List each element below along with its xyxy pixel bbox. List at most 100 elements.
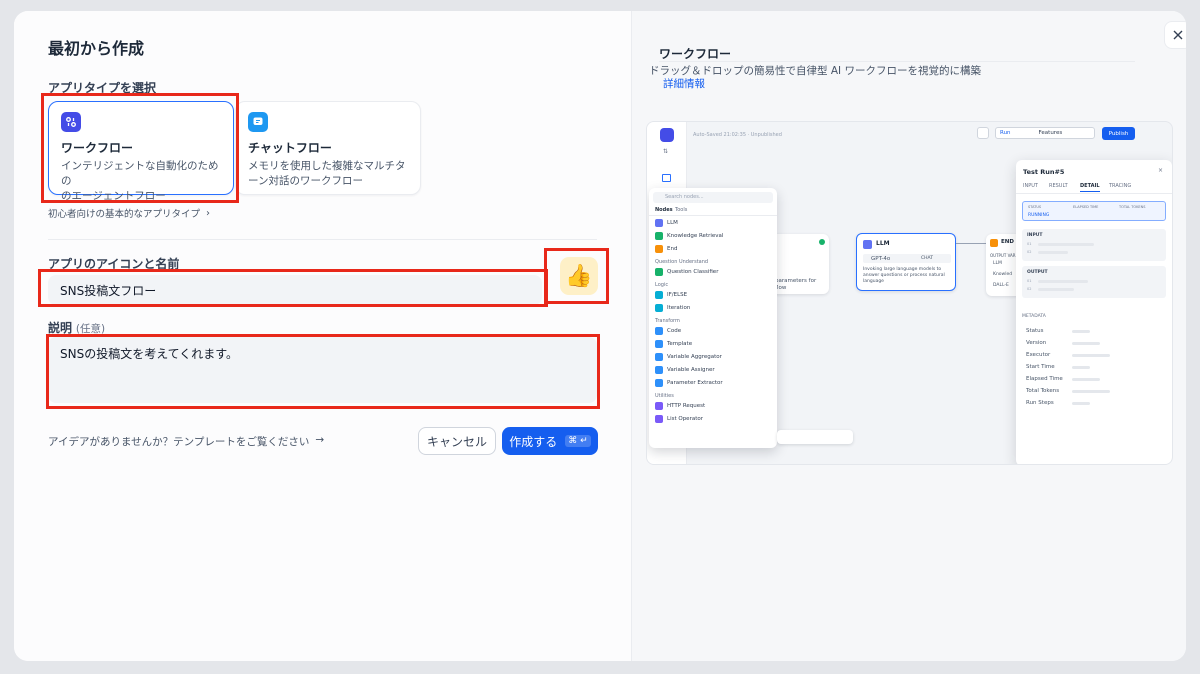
node-search-input: Search nodes... <box>653 192 773 203</box>
llm-node-desc: Invoking large language models to answer… <box>863 267 945 284</box>
test-run-title: Test Run#5 <box>1023 168 1065 176</box>
node-type-icon <box>655 219 663 227</box>
status-label: STATUS <box>1028 205 1042 209</box>
preview-toggle <box>977 127 989 139</box>
node-list-item: IF/ELSE <box>655 291 687 299</box>
node-list-item: LLM <box>655 219 678 227</box>
features-button: Features <box>1038 130 1063 136</box>
end-row-3: DALL-E <box>993 283 1009 288</box>
node-list-item: Code <box>655 327 681 335</box>
close-icon <box>1173 30 1183 40</box>
node-type-icon <box>655 379 663 387</box>
node-list-label: End <box>667 246 678 252</box>
node-list-label: Variable Assigner <box>667 367 715 373</box>
test-run-tab-detail: DETAIL <box>1080 183 1100 192</box>
node-list-label: HTTP Request <box>667 403 706 409</box>
arrow-right-icon: → <box>315 434 325 446</box>
app-type-workflow-card[interactable]: ワークフロー インテリジェントな自動化のための のエージェントフロー <box>48 101 234 202</box>
description-label-row: 説明 (任意) <box>48 319 105 336</box>
learn-more-link[interactable]: 詳細情報 <box>663 76 705 91</box>
app-type-chatflow-card[interactable]: チャットフロー メモリを使用した複雑なマルチタ ーン対話のワークフロー <box>235 101 421 195</box>
chevron-right-icon: › <box>206 207 211 219</box>
thumbs-up-icon: 👍 <box>565 263 593 289</box>
metadata-row-label: Status <box>1026 328 1044 334</box>
llm-node-title: LLM <box>876 240 890 247</box>
node-group-label: Question Understand <box>655 259 709 265</box>
node-type-icon <box>655 353 663 361</box>
workflow-icon <box>61 112 81 132</box>
node-list-item: Template <box>655 340 692 348</box>
node-type-icon <box>655 327 663 335</box>
node-list-label: Knowledge Retrieval <box>667 233 724 239</box>
preview-panel: ワークフロー ドラッグ＆ドロップの簡易性で自律型 AI ワークフローを視覚的に構… <box>631 11 1186 661</box>
tokens-label: TOTAL TOKENS <box>1119 205 1146 209</box>
node-type-icon <box>655 304 663 312</box>
workflow-title: ワークフロー <box>61 141 134 155</box>
create-shortcut: ⌘ ↵ <box>565 435 591 447</box>
node-list-label: Template <box>667 341 693 347</box>
bot-icon <box>660 128 674 142</box>
node-group-label: Logic <box>655 282 669 288</box>
beginner-app-types-link[interactable]: 初心者向けの基本的なアプリタイプ › <box>48 206 211 221</box>
node-group-label: Utilities <box>655 393 674 399</box>
template-idea-label: アイデアがありませんか？テンプレートをご覧ください <box>48 436 310 448</box>
node-type-icon <box>655 402 663 410</box>
create-app-modal: 最初から作成 アプリタイプを選択 ワークフロー インテリジェントな自動化のための… <box>14 11 1186 661</box>
elapsed-label: ELAPSED TIME <box>1073 205 1099 209</box>
node-list-item: List Operator <box>655 415 703 423</box>
app-name-input[interactable]: SNS投稿文フロー <box>48 275 542 305</box>
create-form-panel: 最初から作成 アプリタイプを選択 ワークフロー インテリジェントな自動化のための… <box>14 11 631 661</box>
metadata-row-label: Run Steps <box>1026 400 1054 406</box>
node-type-icon <box>655 340 663 348</box>
chatflow-desc-1: メモリを使用した複雑なマルチタ <box>248 160 406 172</box>
metadata-row-value <box>1072 390 1110 393</box>
output-row-2: 02 <box>1027 287 1032 291</box>
output-row-1: 01 <box>1027 279 1032 283</box>
swap-icon: ⇅ <box>663 148 669 155</box>
llm-node-mode: CHAT <box>921 256 934 261</box>
node-list-item: End <box>655 245 677 253</box>
workflow-desc-2: のエージェントフロー <box>61 190 166 203</box>
description-textarea[interactable]: SNSの投稿文を考えてくれます。 <box>48 337 597 403</box>
icon-name-label: アプリのアイコンと名前 <box>48 257 180 271</box>
node-list-item: Iteration <box>655 304 690 312</box>
input-row-1: 01 <box>1027 242 1032 246</box>
input-block: INPUT 01 02 <box>1022 229 1166 261</box>
input-row-2: 02 <box>1027 250 1032 254</box>
chatflow-desc-2: ーン対話のワークフロー <box>248 175 363 188</box>
autosaved-text: Auto-Saved 21:02:35 · Unpublished <box>693 132 782 138</box>
create-label: 作成する <box>509 434 558 449</box>
workflow-preview-image: ⇅ Auto-Saved 21:02:35 · Unpublished Run … <box>646 121 1173 465</box>
test-run-close-icon: × <box>1158 167 1164 174</box>
node-type-icon <box>655 268 663 276</box>
node-type-icon <box>655 291 663 299</box>
metadata-row-label: Executor <box>1026 352 1051 358</box>
run-button: Run <box>1000 130 1011 136</box>
preview-title: ワークフロー <box>659 47 732 61</box>
node-list-item: Variable Assigner <box>655 366 715 374</box>
create-button[interactable]: 作成する ⌘ ↵ <box>502 427 598 455</box>
node-list-label: Variable Aggregator <box>667 354 722 360</box>
modal-title: 最初から作成 <box>48 39 145 58</box>
node-type-icon <box>655 366 663 374</box>
metadata-row-value <box>1072 378 1100 381</box>
app-name-value: SNS投稿文フロー <box>60 283 157 298</box>
tools-tab: Tools <box>675 207 688 213</box>
status-box: STATUS ELAPSED TIME TOTAL TOKENS RUNNING <box>1022 201 1166 221</box>
input-label: INPUT <box>1027 233 1043 238</box>
node-list-label: IF/ELSE <box>667 292 688 298</box>
metadata-row-value <box>1072 354 1110 357</box>
publish-label: Publish <box>1108 130 1129 137</box>
node-list-label: Iteration <box>667 305 691 311</box>
close-button[interactable] <box>1164 21 1186 49</box>
test-run-panel: Test Run#5 × INPUT RESULT DETAIL TRACING… <box>1016 160 1172 464</box>
cancel-button[interactable]: キャンセル <box>418 427 496 455</box>
edge <box>956 243 986 244</box>
divider <box>48 239 597 240</box>
template-idea-link[interactable]: アイデアがありませんか？テンプレートをご覧ください → <box>48 434 324 449</box>
node-list-label: Parameter Extractor <box>667 380 723 386</box>
node-list-item: HTTP Request <box>655 402 705 410</box>
app-icon-picker[interactable]: 👍 <box>560 257 598 295</box>
node-type-icon <box>655 415 663 423</box>
chatflow-title: チャットフロー <box>248 141 332 155</box>
